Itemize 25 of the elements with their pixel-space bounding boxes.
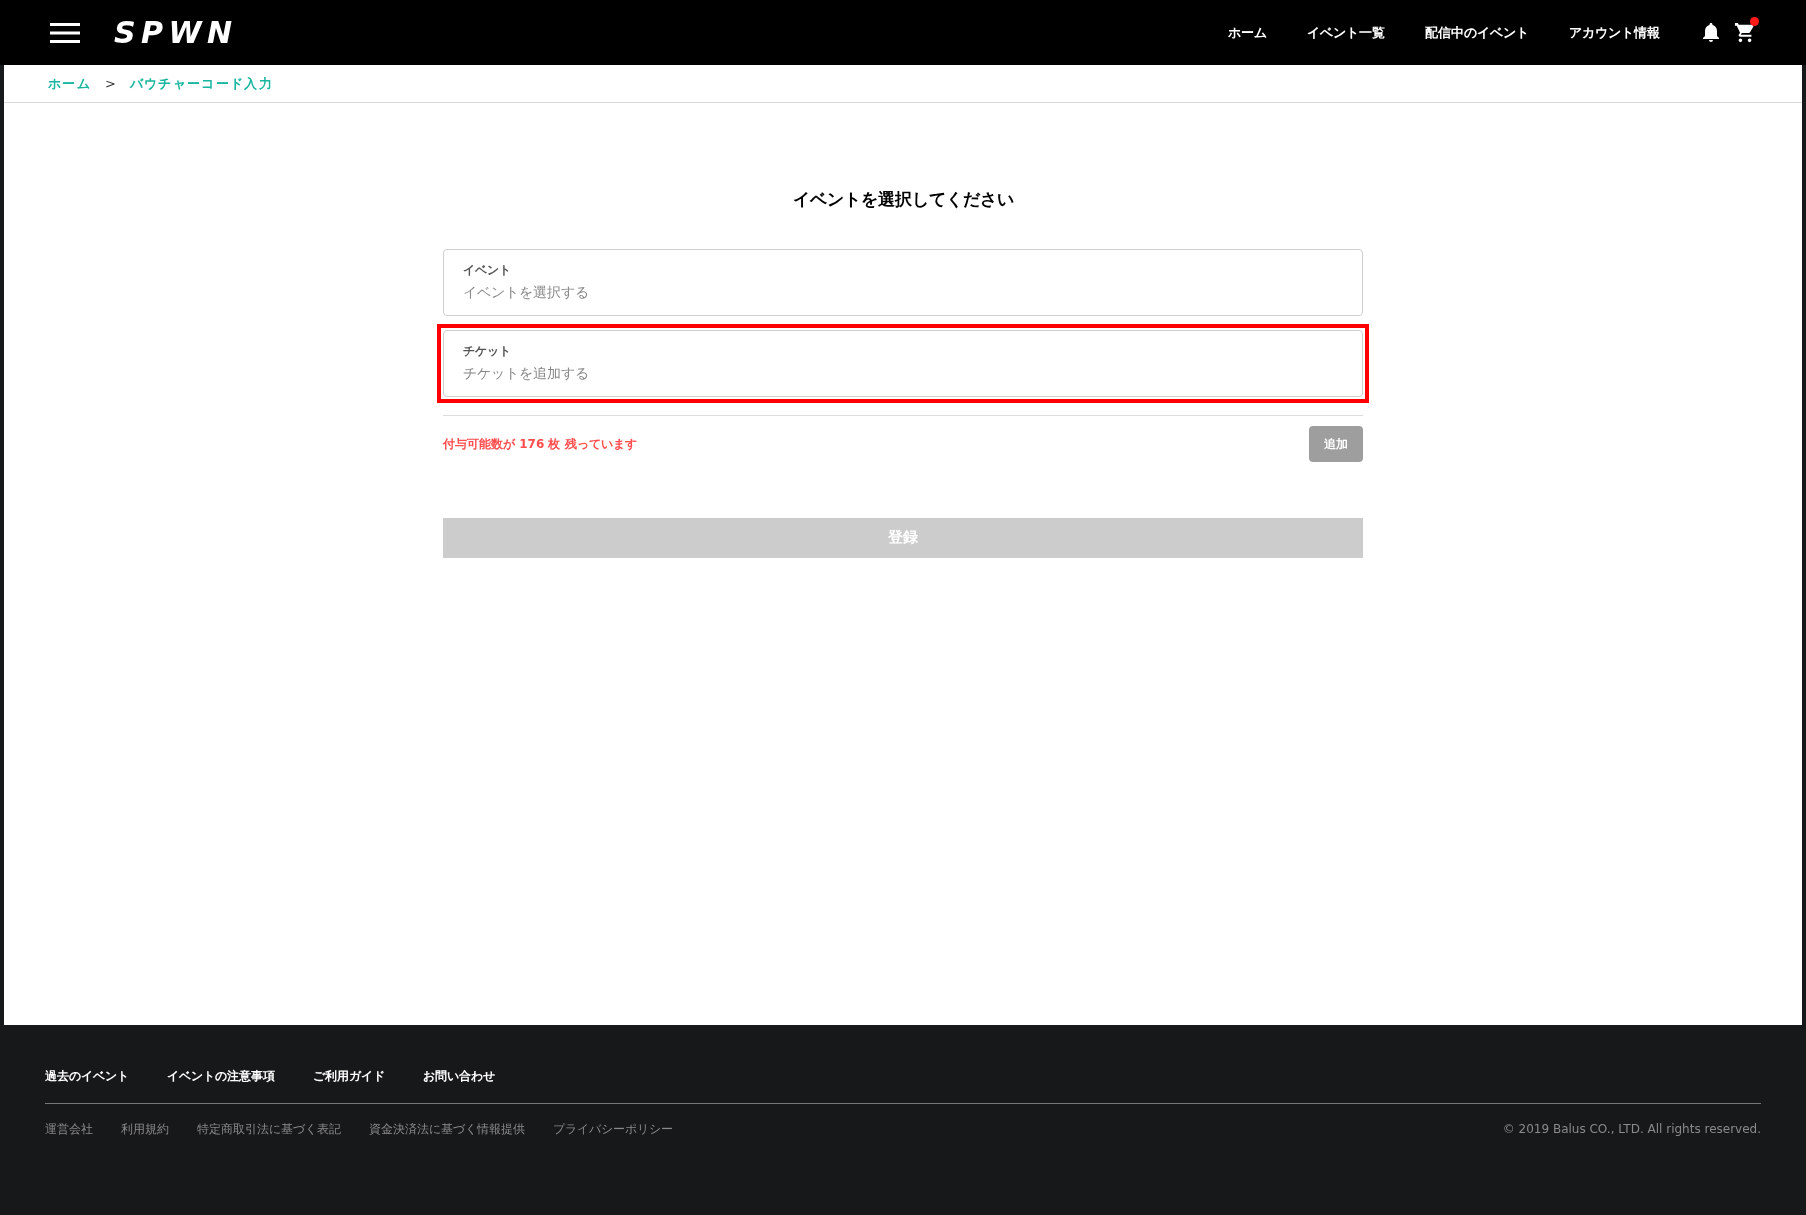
footer-link[interactable]: 特定商取引法に基づく表記: [197, 1120, 341, 1138]
field-input[interactable]: イベントを選択する: [463, 281, 863, 303]
nav-link[interactable]: イベント一覧: [1307, 22, 1385, 43]
footer-link[interactable]: 利用規約: [121, 1120, 169, 1138]
nav-link[interactable]: ホーム: [1228, 22, 1267, 43]
footer-link[interactable]: ご利用ガイド: [313, 1067, 385, 1085]
nav-link[interactable]: 配信中のイベント: [1425, 22, 1529, 43]
footer-link[interactable]: 運営会社: [45, 1120, 93, 1138]
logo[interactable]: SPWN: [114, 17, 238, 48]
copyright-text: © 2019 Balus CO., LTD. All rights reserved.: [1502, 1121, 1761, 1138]
footer-link[interactable]: 過去のイベント: [45, 1067, 129, 1085]
field-input[interactable]: チケットを追加する: [463, 362, 863, 384]
bell-icon[interactable]: [1702, 22, 1720, 43]
menu-icon[interactable]: [50, 22, 80, 43]
breadcrumb-separator: >: [104, 74, 116, 93]
footer-link[interactable]: お問い合わせ: [423, 1067, 495, 1085]
page-title: イベントを選択してください: [791, 188, 1015, 211]
field-label: イベント: [463, 261, 512, 279]
footer-link[interactable]: プライバシーポリシー: [553, 1120, 673, 1138]
nav-link[interactable]: アカウント情報: [1569, 22, 1660, 43]
remaining-count-text: 付与可能数が 176 枚 残っています: [443, 435, 637, 453]
cart-icon[interactable]: [1734, 21, 1756, 44]
field-label: チケット: [463, 342, 512, 360]
footer-link[interactable]: イベントの注意事項: [167, 1067, 275, 1085]
footer-link[interactable]: 資金決済法に基づく情報提供: [369, 1120, 525, 1138]
